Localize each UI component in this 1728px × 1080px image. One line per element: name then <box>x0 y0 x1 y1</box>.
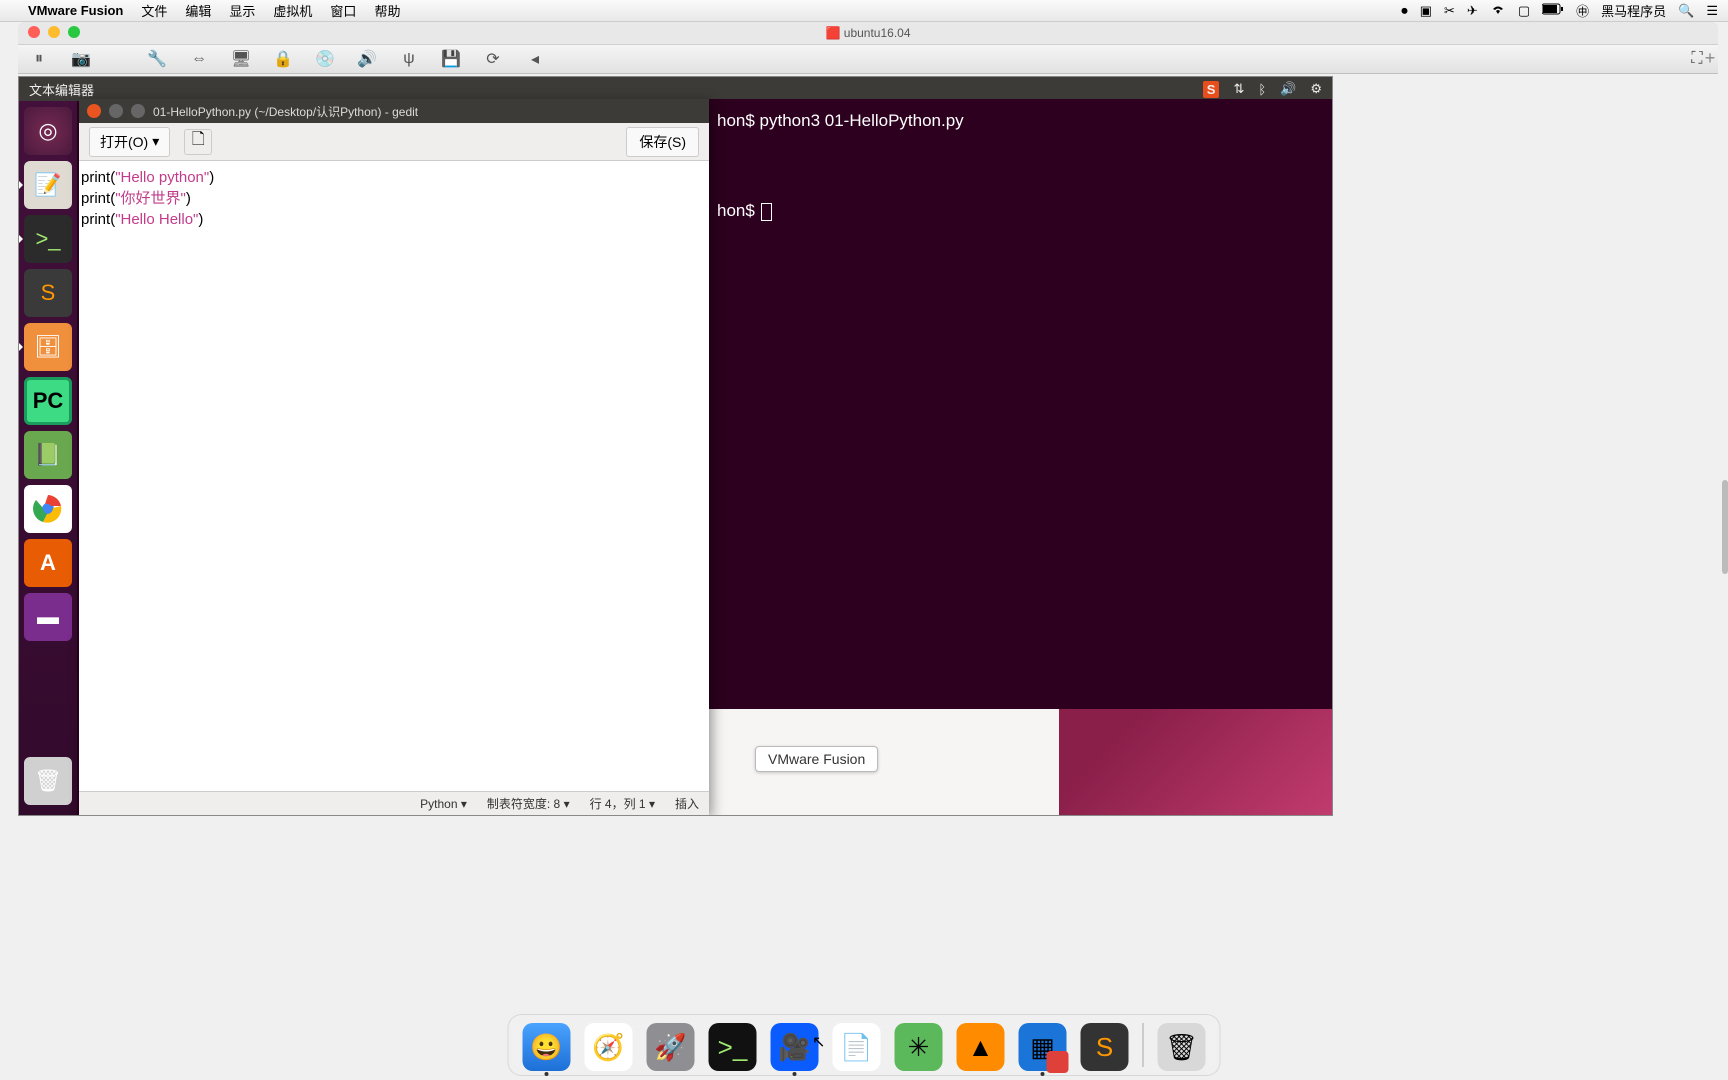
gedit-position[interactable]: 行 4，列 1 <box>590 795 655 812</box>
new-tab-button[interactable]: + <box>1700 48 1720 68</box>
dock-finder[interactable]: 😀 <box>523 1023 571 1071</box>
gedit-statusbar: Python 制表符宽度: 8 行 4，列 1 插入 <box>79 791 709 815</box>
airplay-icon[interactable]: ▢ <box>1518 3 1530 19</box>
back-icon[interactable]: ◂ <box>524 49 546 69</box>
launcher-store[interactable]: A <box>24 539 72 587</box>
display-icon[interactable]: ▣ <box>1420 3 1432 19</box>
dock-app-green[interactable]: ✳ <box>895 1023 943 1071</box>
display-icon[interactable]: 🖥 <box>230 49 252 69</box>
mac-dock: 😀 🧭 🚀 >_ 🎥 📄 ✳ ▲ ▦ S 🗑 <box>508 1014 1221 1076</box>
menu-vm[interactable]: 虚拟机 <box>273 1 312 20</box>
launcher-book[interactable]: 📗 <box>24 431 72 479</box>
launcher-pycharm[interactable]: PC <box>24 377 72 425</box>
pause-button[interactable]: ⏸ <box>28 49 50 69</box>
menu-icon[interactable]: ☰ <box>1706 3 1718 19</box>
gedit-title: 01-HelloPython.py (~/Desktop/认识Python) -… <box>153 103 418 120</box>
panel-volume-icon[interactable]: 🔊 <box>1280 81 1296 97</box>
terminal-window[interactable]: hon$ python3 01-HelloPython.py hon$ <box>709 99 1332 709</box>
gedit-window: 01-HelloPython.py (~/Desktop/认识Python) -… <box>79 99 709 815</box>
snapshot-button[interactable]: 📷 <box>70 49 92 69</box>
terminal-command: python3 01-HelloPython.py <box>755 111 964 130</box>
ubuntu-top-panel: 文本编辑器 S ⇅ ᛒ 🔊 ⚙ <box>19 77 1332 101</box>
launcher-chrome[interactable] <box>24 485 72 533</box>
gedit-insert-mode: 插入 <box>675 795 699 812</box>
plane-icon[interactable]: ✈ <box>1467 3 1478 19</box>
chevron-down-icon: ▾ <box>152 133 159 150</box>
panel-app-title: 文本编辑器 <box>29 80 94 99</box>
vm-viewport: 文本编辑器 S ⇅ ᛒ 🔊 ⚙ ◎ 📝 >_ S 🗄 PC 📗 A ▬ 🗑 ho… <box>18 76 1333 816</box>
app-menu[interactable]: VMware Fusion <box>28 3 123 18</box>
dock-vlc[interactable]: ▲ <box>957 1023 1005 1071</box>
launcher-color[interactable]: ▬ <box>24 593 72 641</box>
gedit-titlebar: 01-HelloPython.py (~/Desktop/认识Python) -… <box>79 99 709 123</box>
battery-icon[interactable] <box>1542 3 1564 18</box>
menu-help[interactable]: 帮助 <box>374 1 400 20</box>
dock-safari[interactable]: 🧭 <box>585 1023 633 1071</box>
launcher-terminal[interactable]: >_ <box>24 215 72 263</box>
dock-launchpad[interactable]: 🚀 <box>647 1023 695 1071</box>
prompt-2: hon$ <box>717 201 755 220</box>
launcher-sublime[interactable]: S <box>24 269 72 317</box>
window-close[interactable] <box>28 26 40 38</box>
panel-bluetooth-icon[interactable]: ᛒ <box>1258 82 1266 97</box>
gedit-close[interactable] <box>87 104 101 118</box>
vm-title: 🟥 ubuntu16.04 <box>825 26 910 40</box>
launcher-gedit[interactable]: 📝 <box>24 161 72 209</box>
panel-ime[interactable]: S <box>1203 81 1220 98</box>
dock-iterm[interactable]: >_ <box>709 1023 757 1071</box>
panel-network-icon[interactable]: ⇅ <box>1233 81 1244 97</box>
wrench-icon[interactable]: 🔧 <box>146 49 168 69</box>
dock-vmware[interactable]: ▦ <box>1019 1023 1067 1071</box>
mouse-cursor: ↖ <box>812 1032 825 1052</box>
fusion-toolbar: ⏸ 📷 🔧 ⇔ 🖥 🔒 💿 🔊 ψ 💾 ⟳ ◂ ⛶ <box>18 44 1718 74</box>
prompt-1: hon$ <box>717 111 755 130</box>
window-minimize[interactable] <box>48 26 60 38</box>
dock-divider <box>1143 1023 1144 1067</box>
gedit-newdoc-button[interactable]: 🗋 <box>184 129 212 155</box>
fusion-titlebar: 🟥 ubuntu16.04 <box>18 22 1718 44</box>
lock-icon[interactable]: 🔒 <box>272 49 294 69</box>
terminal-cursor <box>761 203 772 221</box>
user-name[interactable]: 黑马程序员 <box>1601 1 1666 20</box>
dock-sublime[interactable]: S <box>1081 1023 1129 1071</box>
gedit-tabwidth-selector[interactable]: 制表符宽度: 8 <box>487 795 570 812</box>
wifi-icon[interactable] <box>1490 3 1506 18</box>
gedit-lang-selector[interactable]: Python <box>420 797 467 811</box>
launcher-dash[interactable]: ◎ <box>24 107 72 155</box>
menu-edit[interactable]: 编辑 <box>185 1 211 20</box>
network-icon[interactable]: ⇔ <box>188 49 210 69</box>
sound-icon[interactable]: 🔊 <box>356 49 378 69</box>
screenrec-icon[interactable]: ⏺ <box>1401 3 1408 19</box>
spotlight-icon[interactable]: 🔍 <box>1678 3 1694 19</box>
refresh-icon[interactable]: ⟳ <box>482 49 504 69</box>
ubuntu-launcher: ◎ 📝 >_ S 🗄 PC 📗 A ▬ 🗑 <box>19 101 77 815</box>
usb-icon[interactable]: ψ <box>398 49 420 69</box>
gedit-maximize[interactable] <box>131 104 145 118</box>
cd-icon[interactable]: 💿 <box>314 49 336 69</box>
fusion-window: 🟥 ubuntu16.04 ⏸ 📷 🔧 ⇔ 🖥 🔒 💿 🔊 ψ 💾 ⟳ ◂ ⛶ <box>18 22 1718 74</box>
gedit-editor[interactable]: print("Hello python")print("你好世界")print(… <box>79 161 709 791</box>
scrollbar-right[interactable] <box>1722 480 1728 574</box>
gedit-save-button[interactable]: 保存(S) <box>626 127 699 157</box>
launcher-trash[interactable]: 🗑 <box>24 757 72 805</box>
vmware-badge <box>1047 1051 1069 1073</box>
gedit-open-button[interactable]: 打开(O) ▾ <box>89 127 170 157</box>
mac-menubar: VMware Fusion 文件 编辑 显示 虚拟机 窗口 帮助 ⏺ ▣ ✂ ✈… <box>0 0 1728 22</box>
panel-gear-icon[interactable]: ⚙ <box>1310 81 1322 97</box>
gedit-minimize[interactable] <box>109 104 123 118</box>
launcher-files[interactable]: 🗄 <box>24 323 72 371</box>
dock-tooltip: VMware Fusion <box>755 746 878 772</box>
window-maximize[interactable] <box>68 26 80 38</box>
dock-trash[interactable]: 🗑 <box>1158 1023 1206 1071</box>
dock-notes[interactable]: 📄 <box>833 1023 881 1071</box>
menu-window[interactable]: 窗口 <box>330 1 356 20</box>
floppy-icon[interactable]: 💾 <box>440 49 462 69</box>
scissors-icon[interactable]: ✂ <box>1444 3 1455 19</box>
menu-view[interactable]: 显示 <box>229 1 255 20</box>
menu-file[interactable]: 文件 <box>141 1 167 20</box>
gedit-toolbar: 打开(O) ▾ 🗋 保存(S) <box>79 123 709 161</box>
ime-icon[interactable]: ㊥ <box>1576 1 1589 20</box>
